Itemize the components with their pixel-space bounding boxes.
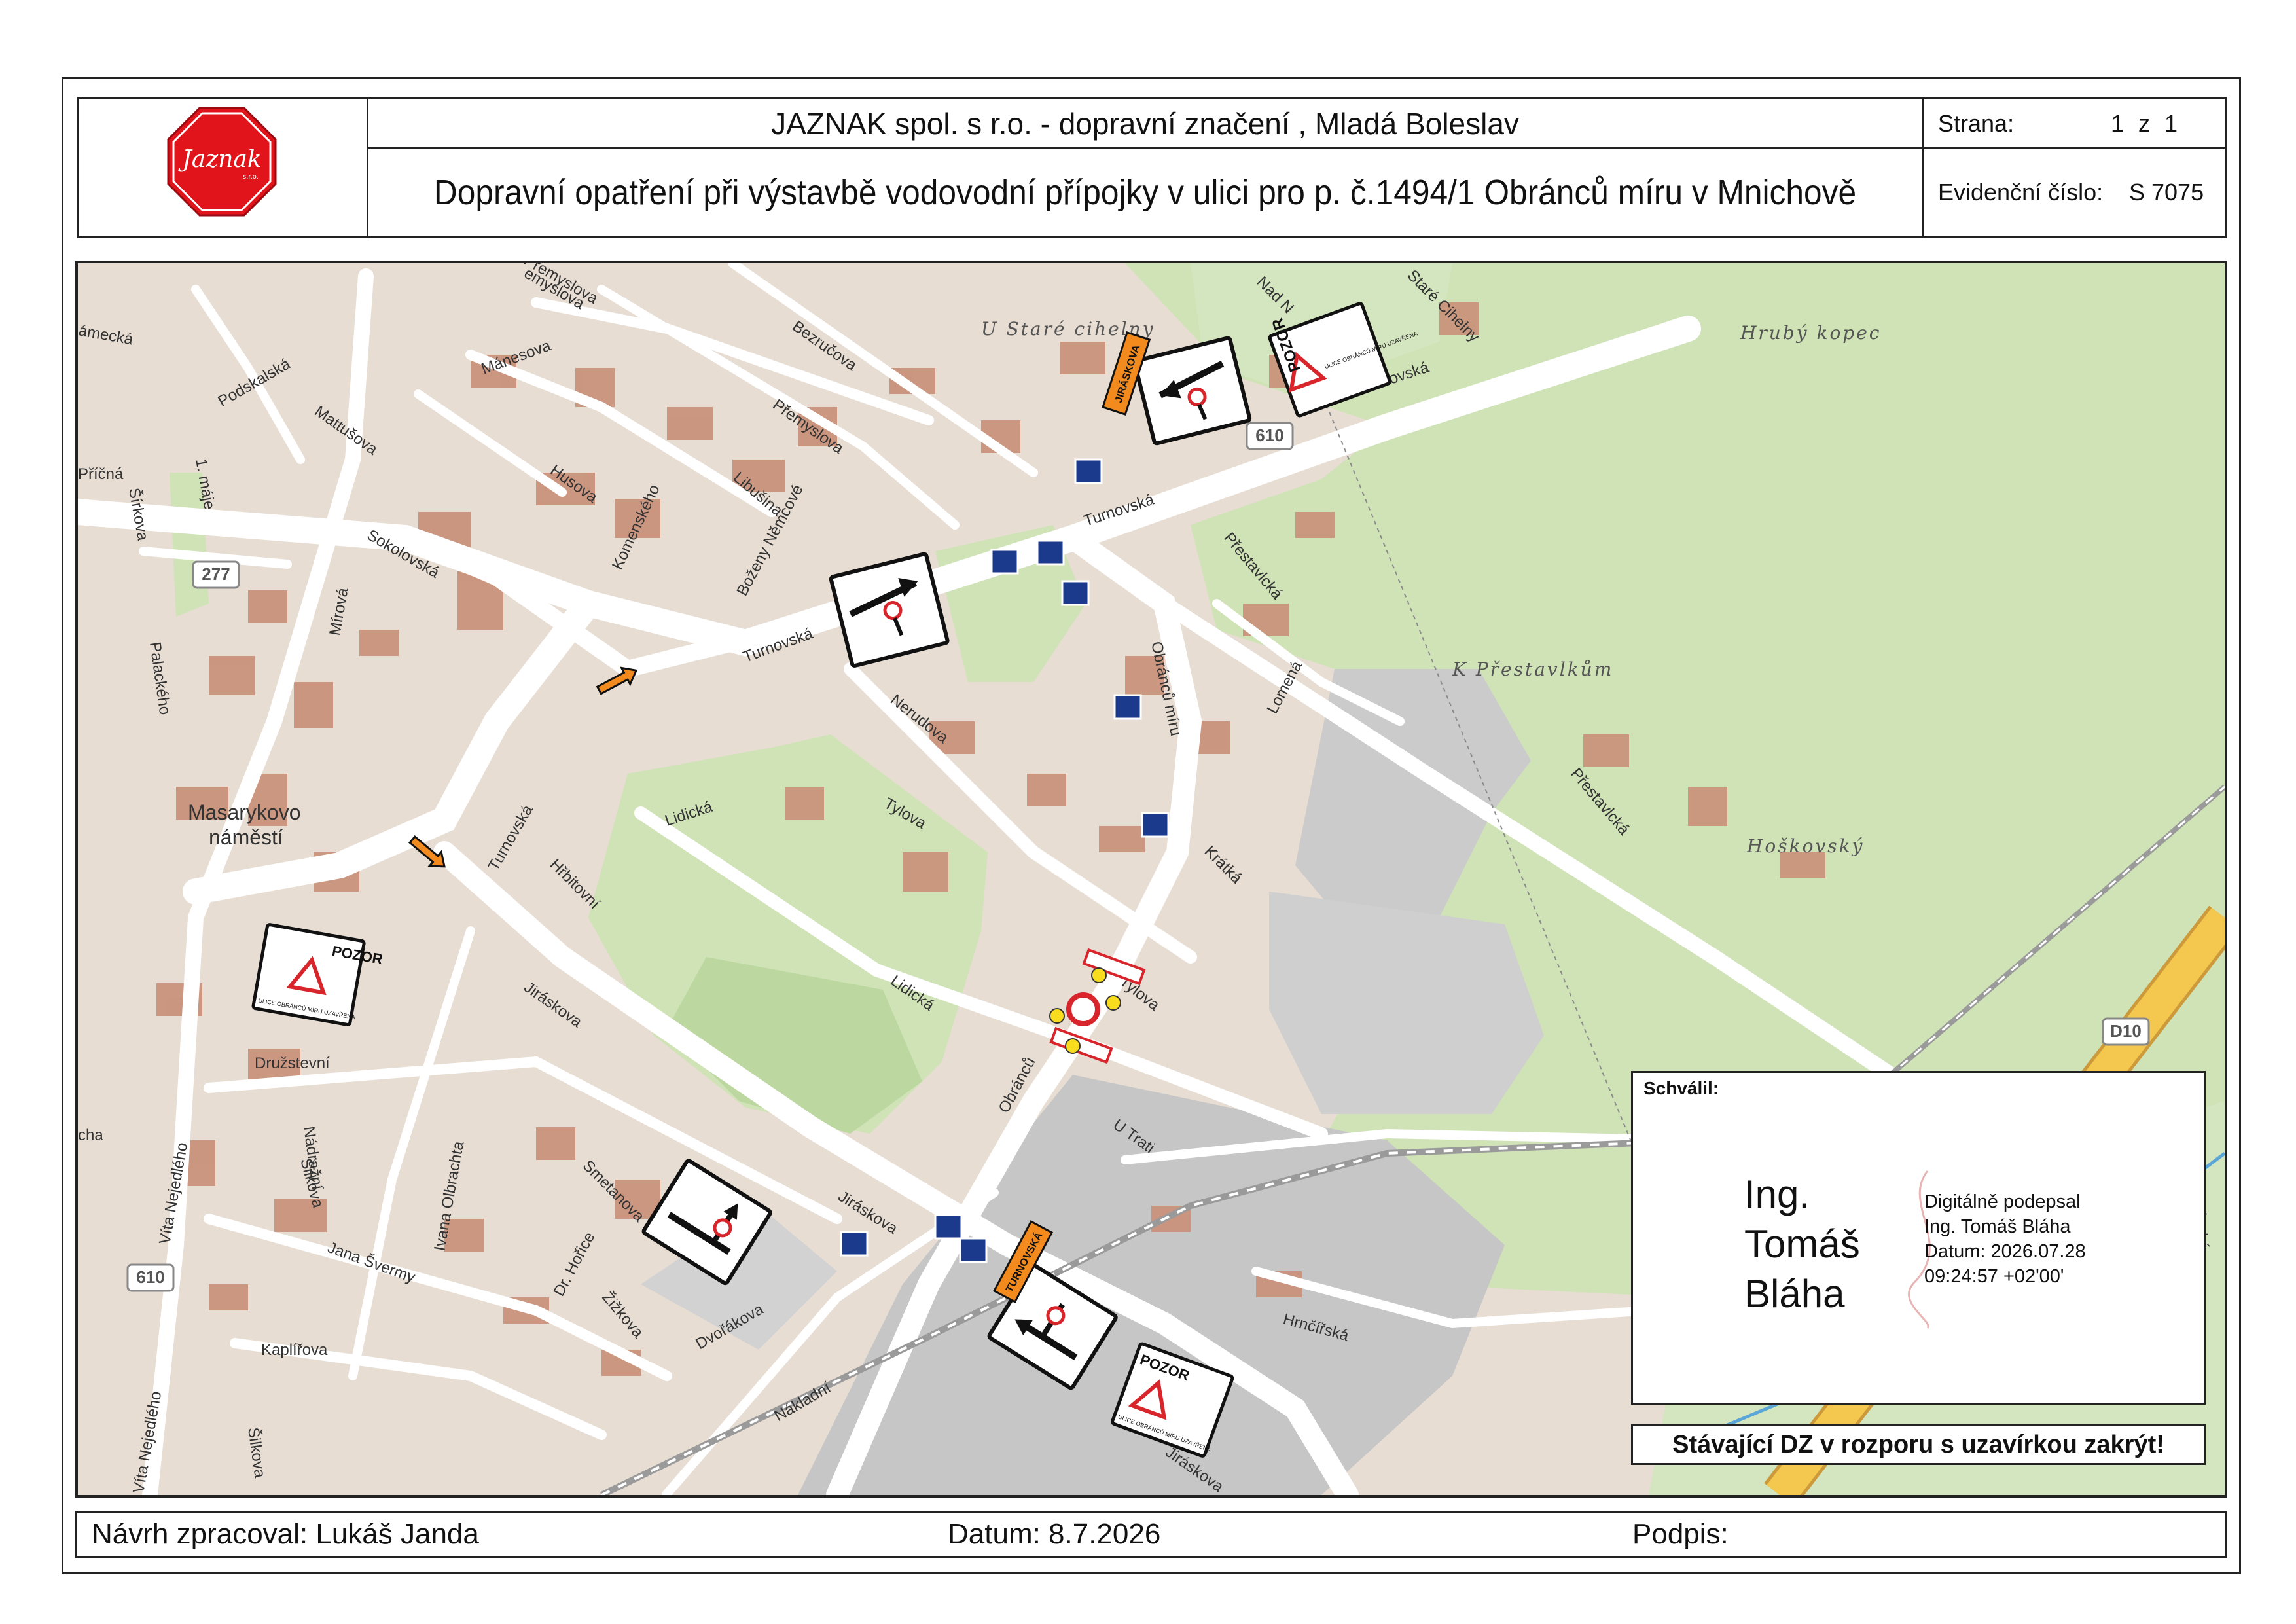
road-number: 610: [1255, 425, 1283, 445]
company-name: JAZNAK spol. s r.o. - dopravní značení ,…: [368, 99, 1922, 149]
street-label: Šilkova: [244, 1426, 270, 1479]
road-number: D10: [2110, 1021, 2142, 1041]
place-label: náměstí: [209, 825, 283, 849]
project-title: Dopravní opatření při výstavbě vodovodní…: [433, 173, 1857, 300]
street-label: Mírová: [326, 586, 351, 637]
turn-sign: [829, 552, 950, 668]
logo-cell: Jaznak s.r.o.: [79, 99, 368, 236]
street-label: Palackého: [146, 641, 173, 716]
record-label: Evidenční číslo:: [1938, 179, 2104, 206]
street-label: Žižkova: [598, 1289, 647, 1342]
street-label: cha: [78, 1127, 103, 1144]
approver-name-line: Ing.: [1744, 1172, 1810, 1216]
street-label: Nákladní: [772, 1379, 834, 1425]
date-label: Datum: 8.7.2026: [948, 1518, 1161, 1550]
title-block: Jaznak s.r.o. JAZNAK spol. s r.o. - dopr…: [77, 97, 2227, 300]
page-label: Strana:: [1938, 110, 2015, 137]
record-value: S 7075: [2129, 179, 2204, 206]
approver-name-line: Tomáš: [1744, 1222, 1860, 1266]
approver-name: Ing. Tomáš Bláha: [1744, 1170, 1860, 1319]
street-label: Hřbitovní: [547, 856, 603, 912]
road-number: 277: [202, 564, 230, 584]
digital-signature-line: Datum: 2026.07.28: [1924, 1241, 2086, 1262]
footer-bar: Návrh zpracoval: Lukáš Janda Datum: 8.7.…: [75, 1511, 2227, 1558]
street-label: Podskalská: [215, 355, 294, 410]
street-label: Družstevní: [255, 1055, 330, 1072]
place-label: Masarykovo: [188, 801, 301, 824]
street-label: Příčná: [78, 465, 124, 483]
place-label: Hrubý kopec: [1740, 322, 1881, 344]
meta-cell: Strana: 1 z 1 Evidenční číslo: S 7075: [1924, 99, 2225, 236]
approver-name-line: Bláha: [1744, 1272, 1845, 1316]
street-label: ámecká: [78, 321, 135, 348]
street-label: Jiráskova: [835, 1187, 901, 1238]
digital-signature-line: Digitálně podepsal: [1924, 1191, 2081, 1212]
road-number: 610: [136, 1267, 164, 1287]
place-label: K Přestavlkům: [1452, 659, 1613, 680]
approval-label: Schválil:: [1643, 1078, 1719, 1098]
author-label: Návrh zpracoval: Lukáš Janda: [92, 1518, 479, 1550]
signature-label: Podpis:: [1632, 1518, 1729, 1550]
logo-text: Jaznak: [177, 146, 261, 173]
road-closure: [1049, 948, 1146, 1064]
street-label: Turnovská: [485, 802, 537, 874]
company-logo: Jaznak s.r.o.: [167, 107, 277, 217]
title-cell: JAZNAK spol. s r.o. - dopravní značení ,…: [368, 99, 1924, 300]
digital-signature: Digitálně podepsal Ing. Tomáš Bláha Datu…: [1924, 1189, 2086, 1289]
cover-notice: Stávající DZ v rozporu s uzavírkou zakrý…: [1631, 1424, 2206, 1465]
page-number-row: Strana: 1 z 1: [1924, 99, 2225, 149]
street-label: Dr. Hořice: [550, 1229, 598, 1299]
street-label: Kaplířova: [261, 1341, 328, 1359]
turn-sign: [1132, 336, 1252, 446]
logo-subtext: s.r.o.: [243, 173, 259, 181]
record-number-row: Evidenční číslo: S 7075: [1924, 149, 2225, 236]
warning-sign: POZOR ULICE OBRÁNCŮ MÍRU UZAVŘENA: [251, 923, 384, 1026]
digital-signature-line: Ing. Tomáš Bláha: [1924, 1216, 2071, 1237]
place-label: Hoškovský: [1746, 835, 1864, 857]
map[interactable]: Turnovská Turnovská Turnovská Turnovská …: [75, 261, 2227, 1498]
page-value: 1 z 1: [2111, 110, 2182, 137]
street-label: Jiráskova: [521, 979, 586, 1032]
approval-box: Schválil: Ing. Tomáš Bláha Digitálně pod…: [1631, 1071, 2206, 1405]
digital-signature-line: 09:24:57 +02'00': [1924, 1266, 2064, 1287]
street-label: Krátká: [1201, 842, 1246, 888]
